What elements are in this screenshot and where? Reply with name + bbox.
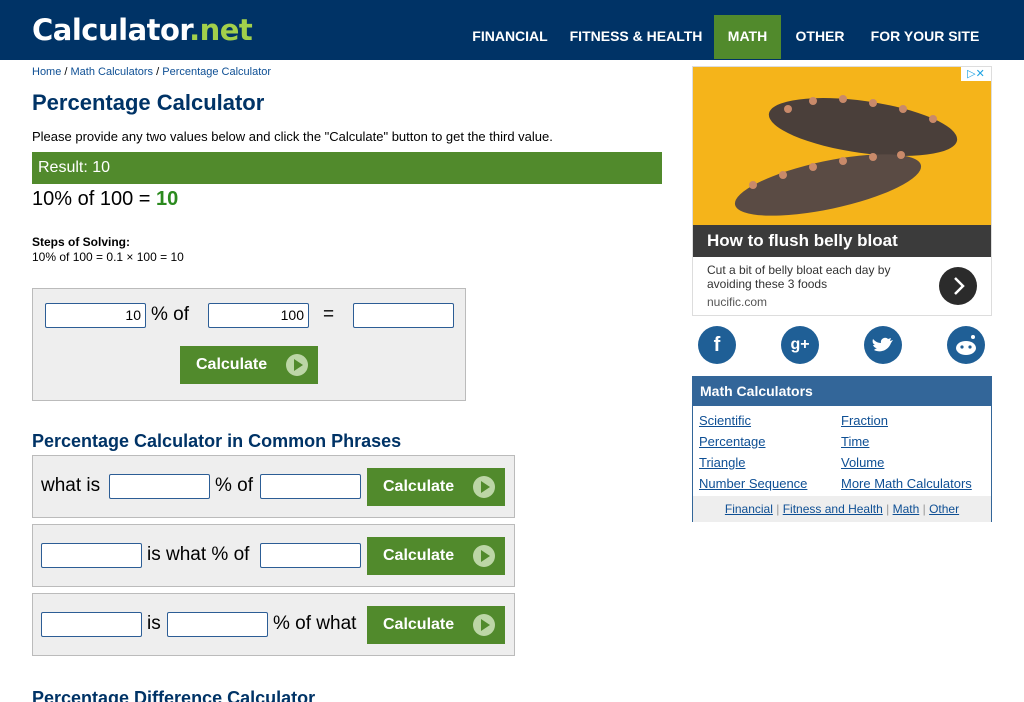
ad-domain: nucific.com xyxy=(707,295,768,309)
steps-text: 10% of 100 = 0.1 × 100 = 10 xyxy=(32,250,184,264)
is-what-base-input[interactable] xyxy=(260,543,361,568)
is-what-pct-of-label: is what % of xyxy=(147,544,250,565)
calculate-label: Calculate xyxy=(383,478,455,495)
category-footer: Financial | Fitness and Health | Math | … xyxy=(693,496,991,522)
link-fraction[interactable]: Fraction xyxy=(841,413,888,428)
what-is-percent-input[interactable] xyxy=(109,474,210,499)
link-percentage[interactable]: Percentage xyxy=(699,434,766,449)
link-more-math[interactable]: More Math Calculators xyxy=(841,476,972,491)
footer-sep: | xyxy=(886,502,890,516)
result-expression: 10% of 100 = xyxy=(32,188,156,210)
math-calculators-box: Math Calculators Scientific Percentage T… xyxy=(692,376,992,522)
calculate-button[interactable]: Calculate xyxy=(180,346,318,384)
pct-of-label: % of xyxy=(151,304,190,325)
footer-sep: | xyxy=(922,502,926,516)
result-input[interactable] xyxy=(353,303,454,328)
percent-input[interactable]: 10 xyxy=(45,303,146,328)
link-time[interactable]: Time xyxy=(841,434,869,449)
footer-link-fitness[interactable]: Fitness and Health xyxy=(783,502,883,516)
phrase-row-of-what: is % of what Calculate xyxy=(32,593,515,656)
adchoices-icon[interactable]: ▷✕ xyxy=(961,67,991,81)
nav-math[interactable]: MATH xyxy=(714,15,781,59)
pct-of-label: % of xyxy=(215,475,254,496)
is-label: is xyxy=(147,613,161,634)
breadcrumb: Home / Math Calculators / Percentage Cal… xyxy=(32,66,271,78)
site-logo[interactable]: Calculator.net xyxy=(32,13,253,47)
play-arrow-icon xyxy=(473,614,495,636)
result-value: 10 xyxy=(155,188,179,210)
breadcrumb-sep: / xyxy=(61,66,71,78)
footer-link-financial[interactable]: Financial xyxy=(725,502,773,516)
advertisement[interactable]: ▷✕ How to flush belly bloat Cut a bit of… xyxy=(692,66,992,316)
calculate-label: Calculate xyxy=(383,547,455,564)
site-header: Calculator.net FINANCIAL FITNESS & HEALT… xyxy=(0,0,1024,60)
nav-fitness-health[interactable]: FITNESS & HEALTH xyxy=(566,15,706,59)
breadcrumb-home[interactable]: Home xyxy=(32,66,61,78)
twitter-bird-icon xyxy=(872,337,893,352)
link-triangle[interactable]: Triangle xyxy=(699,455,745,470)
what-is-base-input[interactable] xyxy=(260,474,361,499)
breadcrumb-math[interactable]: Math Calculators xyxy=(71,66,154,78)
google-plus-icon[interactable]: g+ xyxy=(781,326,819,364)
footer-link-other[interactable]: Other xyxy=(929,502,959,516)
logo-suffix: .net xyxy=(189,13,253,47)
phrase-row-what-is: what is % of Calculate xyxy=(32,455,515,518)
what-is-label: what is xyxy=(41,475,101,496)
ad-headline[interactable]: How to flush belly bloat xyxy=(693,225,991,257)
calculate-button[interactable]: Calculate xyxy=(367,468,505,506)
of-what-part-input[interactable] xyxy=(41,612,142,637)
equals-label: = xyxy=(323,304,335,325)
ad-body: Cut a bit of belly bloat each day by avo… xyxy=(707,263,891,291)
footer-link-math[interactable]: Math xyxy=(893,502,920,516)
nav-financial[interactable]: FINANCIAL xyxy=(466,15,554,59)
breadcrumb-percentage[interactable]: Percentage Calculator xyxy=(162,66,271,78)
page-title: Percentage Calculator xyxy=(32,90,265,115)
phrases-section-title: Percentage Calculator in Common Phrases xyxy=(32,431,402,451)
reddit-icon[interactable] xyxy=(947,326,985,364)
link-scientific[interactable]: Scientific xyxy=(699,413,751,428)
nav-for-your-site[interactable]: FOR YOUR SITE xyxy=(862,15,988,59)
pct-of-what-label: % of what xyxy=(273,613,357,634)
reddit-alien-icon xyxy=(956,335,976,355)
difference-section-title: Percentage Difference Calculator xyxy=(32,688,316,702)
sea-cucumber-image xyxy=(734,95,958,216)
calculate-button[interactable]: Calculate xyxy=(367,537,505,575)
base-input[interactable]: 100 xyxy=(208,303,309,328)
link-volume[interactable]: Volume xyxy=(841,455,884,470)
is-what-part-input[interactable] xyxy=(41,543,142,568)
calculate-label: Calculate xyxy=(196,356,268,373)
math-calculators-title: Math Calculators xyxy=(693,377,991,406)
calculate-button[interactable]: Calculate xyxy=(367,606,505,644)
facebook-icon[interactable]: f xyxy=(698,326,736,364)
chevron-right-icon xyxy=(954,277,965,295)
intro-text: Please provide any two values below and … xyxy=(32,129,553,144)
result-bar: Result: 10 xyxy=(32,152,662,184)
nav-other[interactable]: OTHER xyxy=(788,15,852,59)
footer-sep: | xyxy=(776,502,780,516)
calculate-label: Calculate xyxy=(383,616,455,633)
play-arrow-icon xyxy=(286,354,308,376)
breadcrumb-sep: / xyxy=(153,66,163,78)
play-arrow-icon xyxy=(473,476,495,498)
main-calculator-panel: 10 % of 100 = Calculate xyxy=(32,288,466,401)
play-arrow-icon xyxy=(473,545,495,567)
logo-main: Calculator xyxy=(32,13,190,47)
phrase-row-is-what-percent: is what % of Calculate xyxy=(32,524,515,587)
of-what-percent-input[interactable] xyxy=(167,612,268,637)
twitter-icon[interactable] xyxy=(864,326,902,364)
ad-image[interactable] xyxy=(693,67,991,225)
result-line: 10% of 100 = 10 xyxy=(32,188,178,211)
steps-title: Steps of Solving: xyxy=(32,235,131,249)
ad-next-button[interactable] xyxy=(939,267,977,305)
link-number-sequence[interactable]: Number Sequence xyxy=(699,476,807,491)
